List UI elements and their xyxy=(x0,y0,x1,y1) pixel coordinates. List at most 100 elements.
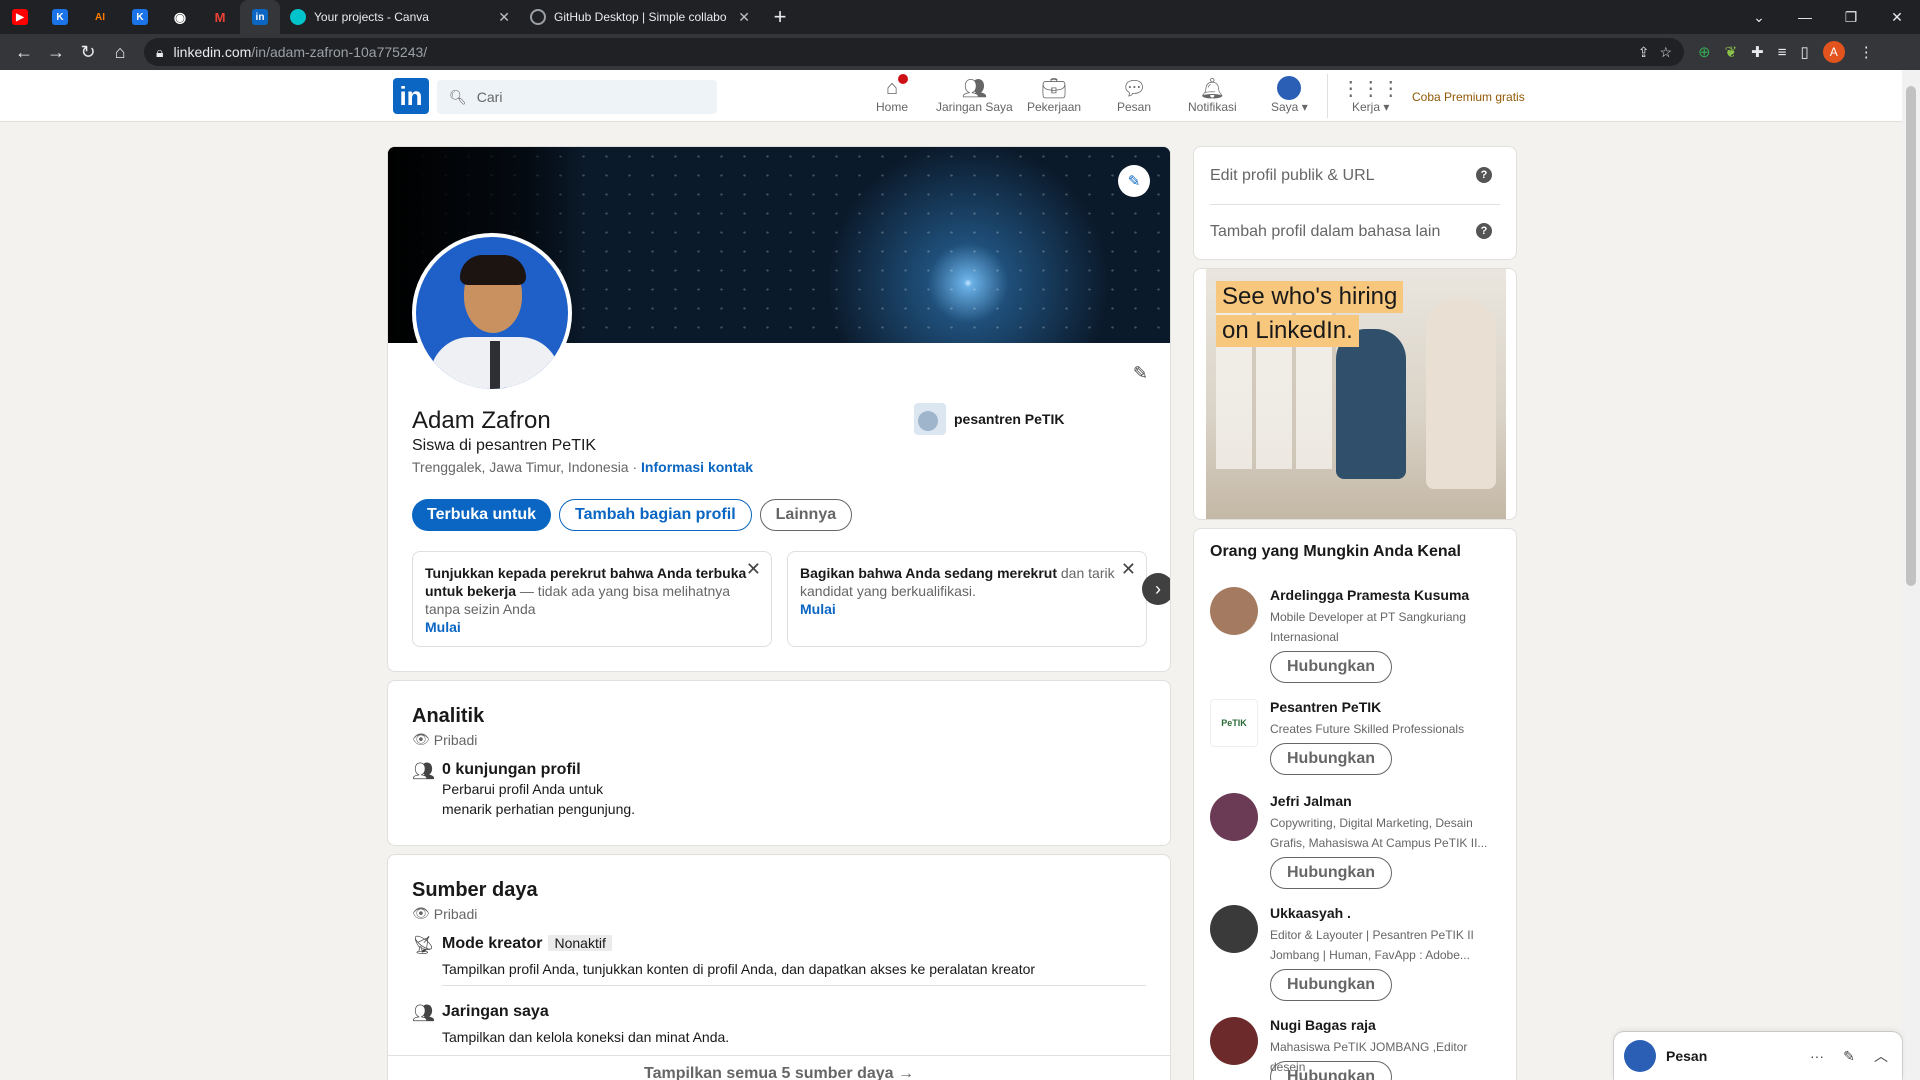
education-name: pesantren PeTIK xyxy=(954,411,1065,427)
restore-button[interactable]: ❐ xyxy=(1828,9,1874,26)
linkedin-header: in 🔍︎ Cari ⌂ Home 👥︎ Jaringan Saya 💼︎ Pe… xyxy=(0,70,1902,122)
close-icon[interactable]: ✕ xyxy=(738,9,750,26)
share-icon[interactable]: ⇪ xyxy=(1638,44,1650,61)
close-icon[interactable]: ✕ xyxy=(498,9,510,26)
show-all-resources-link[interactable]: Tampilkan semua 5 sumber daya → xyxy=(388,1065,1170,1080)
item-desc: Tampilkan profil Anda, tunjukkan konten … xyxy=(442,961,1036,977)
open-to-button[interactable]: Terbuka untuk xyxy=(412,499,552,531)
pinned-tab-github[interactable]: ◉ xyxy=(160,0,200,34)
url-text: linkedin.com/in/adam-zafron-10a775243/ xyxy=(173,44,428,60)
home-icon: ⌂ xyxy=(880,72,910,100)
home-browser-icon[interactable]: ⌂ xyxy=(104,42,136,63)
bell-icon: 🔔︎ xyxy=(1199,77,1226,100)
people-icon: 👥︎ xyxy=(412,761,435,781)
person-name[interactable]: Pesantren PeTIK xyxy=(1270,699,1381,715)
profile-views-item[interactable]: 👥︎ 0 kunjungan profil Perbarui profil An… xyxy=(412,761,635,819)
pinned-tab-linkedin[interactable]: in xyxy=(240,0,280,34)
help-icon[interactable]: ? xyxy=(1476,167,1492,183)
close-icon[interactable]: ✕ xyxy=(746,560,761,578)
nav-label: Saya ▾ xyxy=(1271,100,1308,114)
nav-messaging[interactable]: 💬︎ Pesan xyxy=(1117,76,1151,115)
nav-notifications[interactable]: 🔔︎ Notifikasi xyxy=(1188,76,1237,115)
connect-button[interactable]: Hubungkan xyxy=(1270,743,1392,775)
item-title: 0 kunjungan profil xyxy=(442,761,581,778)
connect-button[interactable]: Hubungkan xyxy=(1270,857,1392,889)
pinned-tab-youtube[interactable]: ▶ xyxy=(0,0,40,34)
search-input[interactable]: 🔍︎ Cari xyxy=(437,80,717,114)
profile-photo[interactable] xyxy=(412,233,572,393)
minimize-button[interactable]: — xyxy=(1782,9,1828,25)
compose-icon[interactable]: ✎ xyxy=(1838,1048,1860,1065)
chevron-up-icon[interactable]: ︿ xyxy=(1870,1046,1892,1066)
tab-search-icon[interactable]: ⌄ xyxy=(1736,9,1782,26)
edit-public-profile-link[interactable]: Edit profil publik & URL xyxy=(1210,167,1375,185)
promo-start-link[interactable]: Mulai xyxy=(425,618,759,636)
linkedin-icon: in xyxy=(252,9,268,25)
extension-plus-icon[interactable]: ⊕ xyxy=(1698,43,1711,61)
pinned-tab-ai[interactable]: AI xyxy=(80,0,120,34)
new-tab-button[interactable]: + xyxy=(766,3,794,31)
add-section-button[interactable]: Tambah bagian profil xyxy=(559,499,752,531)
person-name[interactable]: Ukkaasyah . xyxy=(1270,905,1351,921)
avatar[interactable] xyxy=(1210,587,1258,635)
edit-intro-button[interactable]: ✎ xyxy=(1133,363,1148,384)
promo-start-link[interactable]: Mulai xyxy=(800,600,1134,618)
creator-mode-item[interactable]: 📡︎ Mode kreator Nonaktif Tampilkan profil… xyxy=(412,935,1035,979)
tab-github-desktop[interactable]: GitHub Desktop | Simple collabo ✕ xyxy=(520,0,760,34)
person-name[interactable]: Ardelingga Pramesta Kusuma xyxy=(1270,587,1469,603)
carousel-next-button[interactable]: › xyxy=(1142,573,1170,605)
nav-network[interactable]: 👥︎ Jaringan Saya xyxy=(936,76,1013,115)
forward-icon[interactable]: → xyxy=(40,42,72,63)
pinned-tab-k2[interactable]: K xyxy=(120,0,160,34)
hiring-ad[interactable]: See who's hiring on LinkedIn. xyxy=(1193,268,1517,520)
person-name[interactable]: Nugi Bagas raja xyxy=(1270,1017,1376,1033)
connect-button[interactable]: Hubungkan xyxy=(1270,1061,1392,1080)
avatar[interactable] xyxy=(1210,905,1258,953)
help-icon[interactable]: ? xyxy=(1476,223,1492,239)
education-link[interactable]: pesantren PeTIK xyxy=(914,403,1064,435)
pinned-tab-gmail[interactable]: M xyxy=(200,0,240,34)
messaging-overlay[interactable]: Pesan ··· ✎ ︿ xyxy=(1614,1032,1902,1080)
nav-label: Kerja ▾ xyxy=(1352,100,1390,114)
page-scrollbar[interactable] xyxy=(1902,70,1920,1080)
extensions-puzzle-icon[interactable]: ✚ xyxy=(1751,43,1764,61)
more-button[interactable]: Lainnya xyxy=(759,499,853,531)
media-icon[interactable]: ≡ xyxy=(1778,44,1787,61)
edit-cover-button[interactable]: ✎ xyxy=(1118,165,1150,197)
avatar[interactable]: PeTIK xyxy=(1210,699,1258,747)
close-icon[interactable]: ✕ xyxy=(1121,560,1136,578)
back-icon[interactable]: ← xyxy=(8,42,40,63)
connect-button[interactable]: Hubungkan xyxy=(1270,969,1392,1001)
browser-menu-icon[interactable]: ⋮ xyxy=(1859,43,1874,61)
person-desc: Mobile Developer at PT Sangkuriang Inter… xyxy=(1270,610,1466,644)
connect-button[interactable]: Hubungkan xyxy=(1270,651,1392,683)
browser-profile-avatar[interactable]: A xyxy=(1822,41,1845,63)
nav-home[interactable]: ⌂ Home xyxy=(876,72,910,114)
more-icon[interactable]: ··· xyxy=(1806,1048,1828,1064)
linkedin-logo[interactable]: in xyxy=(393,78,429,114)
nav-jobs[interactable]: 💼︎ Pekerjaan xyxy=(1027,76,1081,115)
close-window-button[interactable]: ✕ xyxy=(1874,9,1920,26)
school-logo-icon xyxy=(914,403,946,435)
nav-work[interactable]: ⋮⋮⋮ Kerja ▾ xyxy=(1340,76,1401,115)
person-desc: Editor & Layouter | Pesantren PeTIK II J… xyxy=(1270,928,1474,962)
pinned-tab-k1[interactable]: K xyxy=(40,0,80,34)
scrollbar-thumb[interactable] xyxy=(1906,86,1916,586)
avatar[interactable] xyxy=(1210,793,1258,841)
address-bar[interactable]: 🔒︎ linkedin.com/in/adam-zafron-10a775243… xyxy=(144,38,1684,66)
contact-info-link[interactable]: Informasi kontak xyxy=(641,459,753,475)
person-name[interactable]: Jefri Jalman xyxy=(1270,793,1352,809)
grid-icon: ⋮⋮⋮ xyxy=(1340,77,1401,100)
nav-me[interactable]: Saya ▾ xyxy=(1271,76,1308,114)
sidepanel-icon[interactable]: ▯ xyxy=(1801,43,1809,61)
premium-link[interactable]: Coba Premium gratis xyxy=(1412,90,1525,104)
person-desc: Creates Future Skilled Professionals xyxy=(1270,722,1465,736)
nav-label: Notifikasi xyxy=(1188,100,1237,114)
tab-canva[interactable]: Your projects - Canva ✕ xyxy=(280,0,520,34)
add-language-profile-link[interactable]: Tambah profil dalam bahasa lain xyxy=(1210,223,1440,241)
avatar[interactable] xyxy=(1210,1017,1258,1065)
reload-icon[interactable]: ↻ xyxy=(72,42,104,63)
extension-leaf-icon[interactable]: ❦ xyxy=(1725,43,1738,61)
my-network-item[interactable]: 👥︎ Jaringan saya Tampilkan dan kelola ko… xyxy=(412,1003,729,1047)
bookmark-star-icon[interactable]: ☆ xyxy=(1659,44,1672,61)
